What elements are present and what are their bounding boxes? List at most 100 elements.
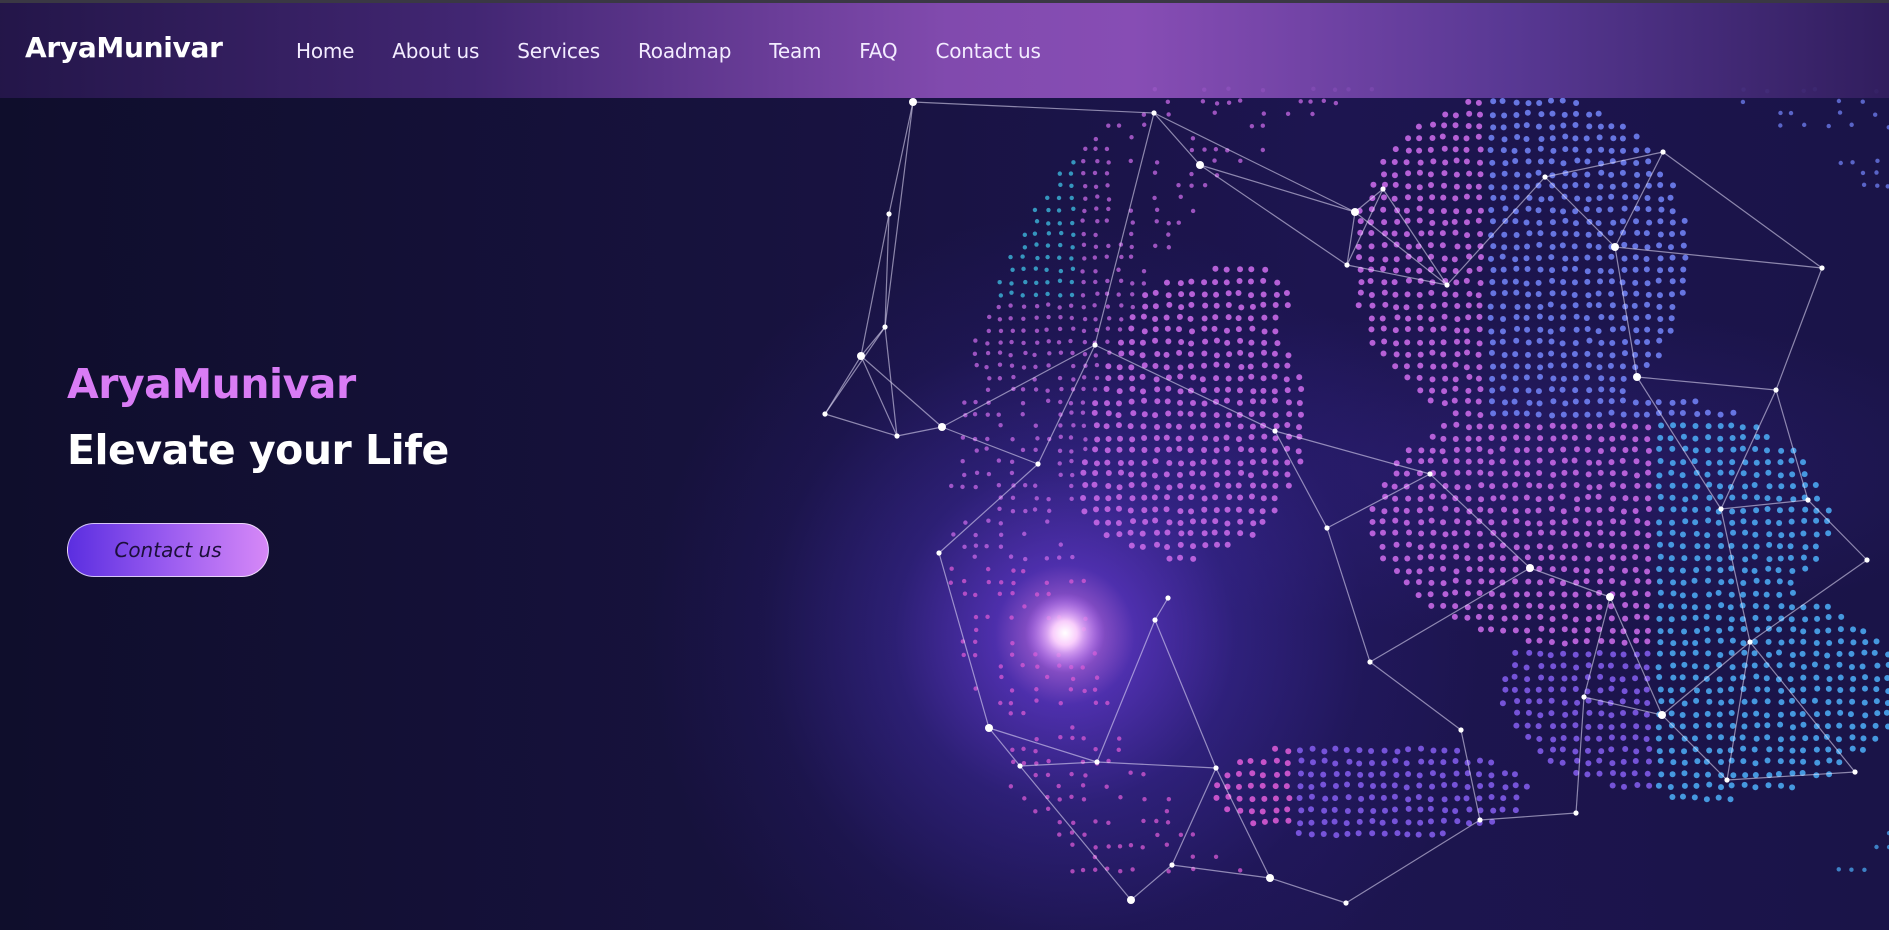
globe-dot	[1430, 326, 1437, 333]
globe-dot	[1837, 709, 1844, 716]
globe-dot	[1259, 411, 1266, 418]
globe-dot	[1872, 735, 1879, 742]
globe-dot	[1885, 184, 1889, 189]
globe-dot	[1163, 351, 1170, 358]
globe-dot	[1526, 482, 1533, 489]
globe-dot	[1045, 280, 1050, 285]
globe-dot	[1572, 220, 1579, 227]
globe-dot	[1428, 208, 1435, 215]
globe-dot	[1117, 469, 1124, 476]
globe-dot	[1104, 784, 1109, 789]
globe-dot	[1235, 482, 1242, 489]
globe-dot	[1512, 375, 1519, 382]
nav-about-us[interactable]: About us	[392, 39, 479, 63]
globe-dot	[1584, 627, 1591, 634]
globe-dot	[1034, 315, 1039, 320]
globe-dot	[1009, 290, 1014, 295]
globe-dot	[1512, 614, 1519, 621]
globe-dot	[1643, 256, 1650, 263]
globe-dot	[1152, 337, 1159, 344]
globe-dot	[1536, 637, 1543, 644]
globe-dot	[1095, 194, 1100, 199]
globe-dot	[1057, 375, 1063, 381]
globe-dot	[1609, 386, 1616, 393]
globe-dot	[1082, 256, 1087, 261]
globe-dot	[1081, 386, 1086, 392]
globe-dot	[1465, 387, 1472, 394]
globe-dot	[1658, 602, 1665, 609]
globe-dot	[1619, 388, 1626, 395]
network-line	[1094, 344, 1276, 432]
network-line	[1019, 761, 1098, 767]
globe-dot	[1526, 399, 1533, 406]
globe-dot	[1741, 649, 1748, 656]
nav-contact-us[interactable]: Contact us	[935, 39, 1040, 63]
nav-faq[interactable]: FAQ	[859, 39, 897, 63]
globe-dot	[1141, 397, 1148, 404]
globe-dot	[1152, 412, 1159, 419]
globe-dot	[1537, 352, 1544, 359]
globe-dot	[1248, 266, 1255, 273]
globe-dot	[1213, 447, 1220, 454]
globe-dot	[1620, 651, 1627, 658]
globe-dot	[1836, 661, 1843, 668]
globe-dot	[1741, 698, 1748, 705]
globe-dot	[1391, 195, 1398, 202]
nav-services[interactable]: Services	[517, 39, 600, 63]
globe-dot	[1368, 326, 1375, 333]
globe-dot	[1871, 649, 1878, 656]
globe-dot	[1118, 868, 1123, 874]
globe-dot	[1633, 218, 1640, 225]
globe-dot	[1559, 340, 1566, 347]
nav-home[interactable]: Home	[296, 39, 354, 63]
globe-dot	[1405, 541, 1412, 548]
globe-dot	[997, 506, 1002, 512]
globe-dot	[1249, 423, 1256, 430]
globe-dot	[1549, 627, 1556, 634]
globe-dot	[1586, 541, 1593, 548]
globe-dot	[1658, 506, 1665, 513]
globe-dot	[1573, 99, 1580, 106]
brand-logo[interactable]: AryaMunivar	[25, 31, 223, 64]
nav-roadmap[interactable]: Roadmap	[638, 39, 731, 63]
globe-dot	[1667, 628, 1674, 635]
globe-dot	[1584, 747, 1591, 754]
globe-dot	[1236, 387, 1243, 394]
globe-dot	[1046, 339, 1051, 344]
globe-dot	[987, 376, 992, 381]
globe-dot	[997, 591, 1003, 597]
globe-dot	[1535, 496, 1542, 503]
network-node	[1351, 208, 1359, 216]
globe-dot	[1416, 205, 1423, 212]
globe-dot	[1392, 495, 1399, 502]
globe-dot	[1884, 699, 1889, 706]
globe-dot	[1513, 722, 1520, 729]
globe-dot	[1261, 339, 1268, 346]
globe-dot	[1523, 410, 1530, 417]
globe-dot	[1741, 567, 1748, 574]
globe-dot	[1586, 123, 1593, 130]
globe-dot	[1476, 518, 1483, 525]
globe-dot	[1213, 147, 1219, 152]
network-line	[1274, 430, 1328, 529]
globe-dot	[1669, 219, 1676, 226]
globe-dot	[1165, 410, 1172, 417]
globe-dot	[1176, 471, 1183, 478]
globe-dot	[1644, 280, 1651, 287]
globe-dot	[1765, 782, 1772, 789]
globe-dot	[1632, 508, 1639, 515]
nav-team[interactable]: Team	[769, 39, 821, 63]
globe-dot	[1082, 832, 1087, 837]
globe-dot	[1620, 530, 1627, 537]
contact-us-button[interactable]: Contact us	[67, 523, 269, 577]
globe-dot	[1524, 363, 1531, 370]
globe-dot	[1259, 772, 1266, 779]
globe-dot	[1092, 303, 1097, 308]
globe-dot	[1825, 613, 1832, 620]
globe-dot	[1071, 363, 1076, 369]
globe-dot	[1511, 147, 1518, 154]
globe-dot	[1752, 590, 1759, 597]
globe-dot	[1656, 519, 1663, 526]
globe-dot	[1622, 495, 1629, 502]
globe-dot	[1224, 470, 1231, 477]
